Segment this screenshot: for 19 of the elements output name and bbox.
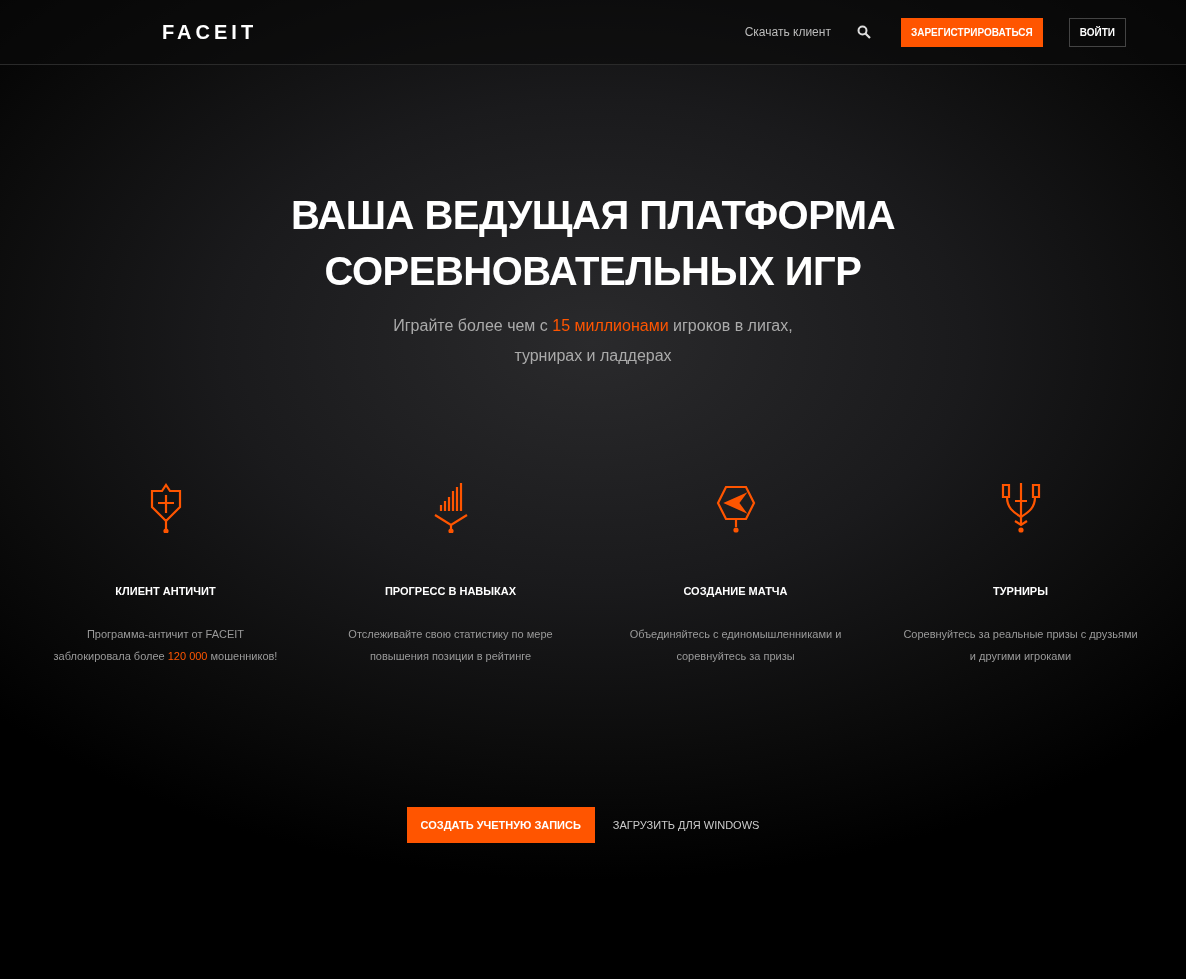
hero-subtitle: Играйте более чем с 15 миллионами игроков в лигах, турнирах и ладдерах xyxy=(393,316,793,366)
feature-title: ПРОГРЕСС В НАВЫКАХ xyxy=(384,585,517,597)
hero-title: ВАША ВЕДУЩАЯ ПЛАТФОРМА СОРЕВНОВАТЕЛЬНЫХ ИГР xyxy=(290,192,896,295)
login-button[interactable]: ВОЙТИ xyxy=(1068,17,1126,47)
feature-title: ТУРНИРЫ xyxy=(993,585,1048,597)
shield-icon xyxy=(150,483,181,533)
logo[interactable]: FACEIT xyxy=(162,20,258,44)
trident-icon xyxy=(1001,481,1040,533)
download-windows-link[interactable]: ЗАГРУЗИТЬ ДЛЯ WINDOWS xyxy=(612,819,760,831)
download-client-link[interactable]: Скачать клиент xyxy=(744,25,831,39)
feature-description: Отслеживайте свою статистику по мере повышения позиции в рейтинге xyxy=(347,627,554,664)
bar-chart-icon xyxy=(433,481,468,533)
feature-description: Программа-античит от FACEIT заблокировала более 120 000 мошенников! xyxy=(52,627,279,664)
feature-title: КЛИЕНТ АНТИЧИТ xyxy=(115,585,216,597)
feature-title: СОЗДАНИЕ МАТЧА xyxy=(683,585,788,597)
hexagon-icon xyxy=(716,485,755,533)
search-icon[interactable] xyxy=(856,25,871,39)
feature-description: Объединяйтесь с единомышленниками и соревнуйтесь за призы xyxy=(628,627,843,664)
feature-description: Соревнуйтесь за реальные призы с друзьями и другими игроками xyxy=(903,627,1138,664)
